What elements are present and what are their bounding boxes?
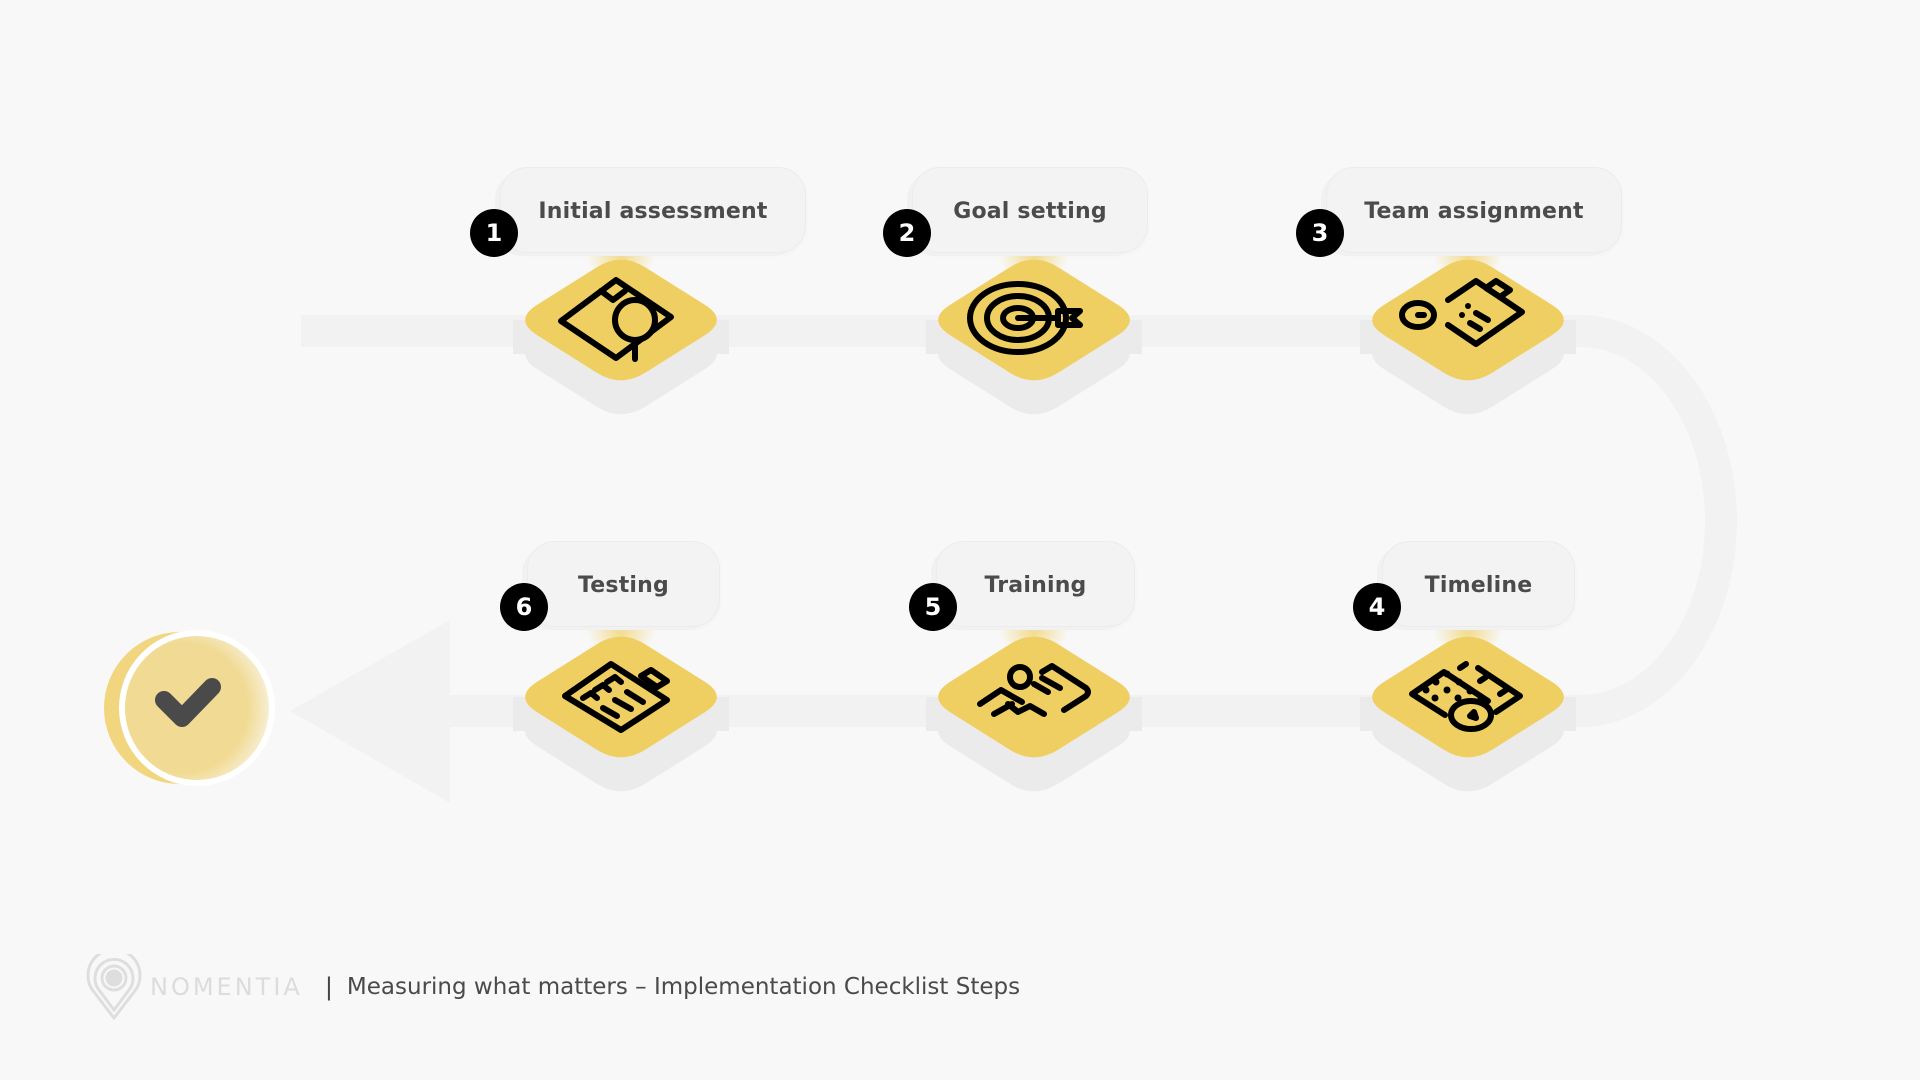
- document-search-icon: [558, 277, 674, 362]
- footer-separator: |: [324, 973, 333, 1001]
- step-number-badge: 2: [883, 209, 931, 257]
- step-label: Initial assessment: [538, 198, 768, 224]
- calendar-clock-icon: [1409, 661, 1523, 732]
- step-number-badge: 1: [470, 209, 518, 257]
- step-label-card: Testing: [527, 541, 720, 627]
- completion-marker: [104, 630, 275, 786]
- presentation-teacher-icon: [977, 663, 1091, 717]
- checklist-clipboard-icon: [562, 661, 670, 733]
- step-label: Goal setting: [953, 198, 1107, 224]
- clipboard-clock-icon: [1399, 278, 1525, 347]
- brand-name: NOMENTIA: [150, 973, 303, 1001]
- location-pin-logo-icon: [86, 954, 142, 1020]
- footer-caption: Measuring what matters – Implementation …: [346, 974, 1021, 1000]
- step-label-card: Timeline: [1382, 541, 1575, 627]
- step-label: Training: [984, 572, 1087, 598]
- step-icons: [558, 277, 1525, 733]
- step-label: Team assignment: [1364, 198, 1584, 224]
- step-number-badge: 6: [500, 583, 548, 631]
- footer: NOMENTIA | Measuring what matters – Impl…: [86, 952, 1020, 1022]
- step-label-card: Goal setting: [912, 167, 1148, 253]
- step-label-card: Training: [936, 541, 1135, 627]
- step-label-card: Initial assessment: [500, 167, 806, 253]
- target-arrow-icon: [967, 281, 1083, 355]
- step-number-badge: 3: [1296, 209, 1344, 257]
- step-number-badge: 4: [1353, 583, 1401, 631]
- step-label: Testing: [578, 572, 669, 598]
- step-label: Timeline: [1424, 572, 1533, 598]
- step-label-card: Team assignment: [1326, 167, 1622, 253]
- step-number-badge: 5: [909, 583, 957, 631]
